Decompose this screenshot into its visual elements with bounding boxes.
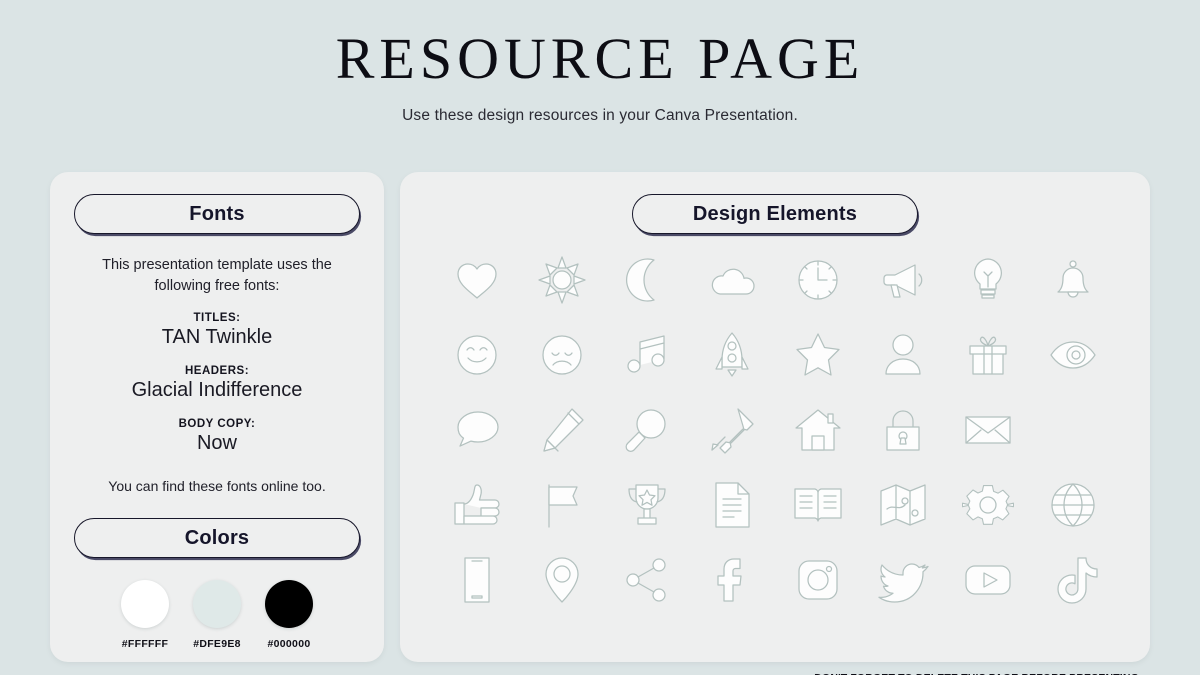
house-icon[interactable] — [790, 402, 846, 458]
speech-bubble-icon[interactable] — [449, 402, 505, 458]
fonts-heading-pill: Fonts — [74, 194, 360, 234]
location-pin-icon[interactable] — [534, 552, 590, 608]
color-dot-mint — [193, 580, 241, 629]
font-entry-body-value: Now — [196, 432, 237, 455]
color-swatch-white: #FFFFFF — [121, 580, 169, 650]
instagram-icon[interactable] — [790, 552, 846, 608]
font-entry-headers: HEADERS: Glacial Indifference — [74, 365, 360, 402]
color-dot-white — [121, 580, 169, 629]
megaphone-icon[interactable] — [875, 252, 931, 308]
design-elements-grid — [420, 252, 1130, 608]
color-swatch-black: #000000 — [265, 580, 313, 650]
design-elements-heading-label: Design Elements — [692, 202, 858, 225]
trophy-icon[interactable] — [619, 477, 675, 533]
colors-heading-pill: Colors — [74, 518, 360, 559]
pencil-icon[interactable] — [534, 402, 590, 458]
phone-icon[interactable] — [449, 552, 505, 608]
lock-icon[interactable] — [875, 402, 931, 458]
document-icon[interactable] — [704, 477, 760, 533]
clock-icon[interactable] — [790, 252, 846, 308]
bell-icon[interactable] — [1045, 252, 1101, 308]
pushpin-icon[interactable] — [704, 402, 760, 458]
music-note-icon[interactable] — [619, 327, 675, 383]
color-code-mint: #DFE9E8 — [193, 638, 241, 651]
fonts-intro-text: This presentation template uses the foll… — [102, 257, 332, 294]
lightbulb-icon[interactable] — [960, 252, 1016, 308]
tiktok-icon[interactable] — [1045, 552, 1101, 608]
star-icon[interactable] — [790, 327, 846, 383]
map-icon[interactable] — [875, 477, 931, 533]
panels-container: Fonts This presentation template uses th… — [0, 172, 1200, 662]
magnifier-icon[interactable] — [619, 402, 675, 458]
happy-face-icon[interactable] — [449, 327, 505, 383]
envelope-icon[interactable] — [960, 402, 1016, 458]
cloud-icon[interactable] — [704, 252, 760, 308]
flag-icon[interactable] — [534, 477, 590, 533]
heart-icon[interactable] — [449, 252, 505, 308]
open-book-icon[interactable] — [790, 477, 846, 533]
globe-icon[interactable] — [1045, 477, 1101, 533]
facebook-icon[interactable] — [704, 552, 760, 608]
color-swatches: #FFFFFF #DFE9E8 #000000 — [74, 580, 360, 650]
color-code-black: #000000 — [267, 638, 311, 651]
page-title: RESOURCE PAGE — [335, 26, 865, 91]
fonts-and-colors-panel: Fonts This presentation template uses th… — [50, 172, 384, 662]
page-subtitle: Use these design resources in your Canva… — [402, 106, 798, 124]
eye-icon[interactable] — [1045, 327, 1101, 383]
gear-icon[interactable] — [960, 477, 1016, 533]
fonts-heading-label: Fonts — [189, 202, 245, 225]
share-icon[interactable] — [619, 552, 675, 608]
font-entry-body-label: BODY COPY: — [178, 418, 256, 431]
font-entry-body: BODY COPY: Now — [74, 418, 360, 455]
moon-icon[interactable] — [619, 252, 675, 308]
person-icon[interactable] — [875, 327, 931, 383]
font-entry-titles: TITLES: TAN Twinkle — [74, 312, 360, 349]
gift-icon[interactable] — [960, 327, 1016, 383]
twitter-icon[interactable] — [875, 552, 931, 608]
thumbs-up-icon[interactable] — [449, 477, 505, 533]
font-entry-titles-value: TAN Twinkle — [161, 326, 273, 349]
color-code-white: #FFFFFF — [121, 638, 169, 651]
rocket-icon[interactable] — [704, 327, 760, 383]
font-entry-headers-label: HEADERS: — [184, 365, 250, 378]
color-dot-black — [265, 580, 313, 629]
color-swatch-mint: #DFE9E8 — [193, 580, 241, 650]
design-elements-panel: Design Elements — [400, 172, 1150, 662]
sad-face-icon[interactable] — [534, 327, 590, 383]
design-elements-heading-pill: Design Elements — [632, 194, 918, 234]
sun-icon[interactable] — [534, 252, 590, 308]
colors-heading-label: Colors — [184, 526, 250, 549]
youtube-icon[interactable] — [960, 552, 1016, 608]
font-entry-headers-value: Glacial Indifference — [131, 379, 303, 402]
font-entry-titles-label: TITLES: — [193, 312, 241, 325]
fonts-outro-text: You can find these fonts online too. — [108, 478, 326, 495]
grid-spacer — [1045, 402, 1101, 458]
